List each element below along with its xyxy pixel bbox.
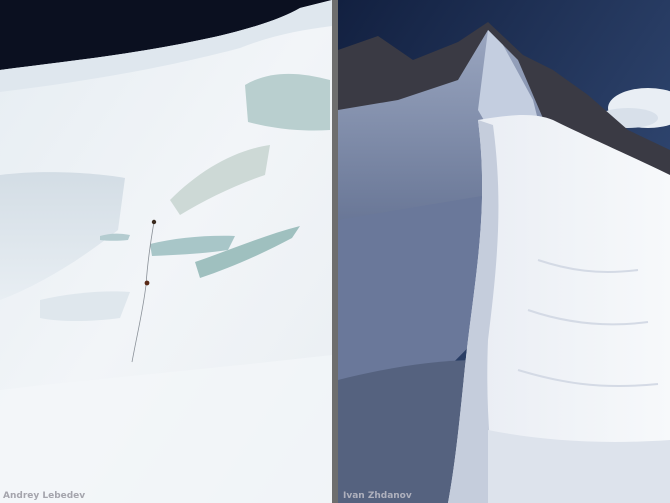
photo-credit-right: Ivan Zhdanov [343, 491, 412, 501]
upper-ice-face [245, 73, 330, 131]
photo-collage: Andrey Lebedev Ivan Zhdanov [0, 0, 670, 503]
right-photo-snow-ridge: Ivan Zhdanov [338, 0, 670, 503]
snow-ridge-image [338, 0, 670, 503]
climber-upper [151, 219, 157, 225]
climber-lower [144, 280, 150, 286]
ice-wall-image [0, 0, 332, 503]
left-photo-ice-wall: Andrey Lebedev [0, 0, 332, 503]
photo-credit-left: Andrey Lebedev [3, 491, 86, 501]
